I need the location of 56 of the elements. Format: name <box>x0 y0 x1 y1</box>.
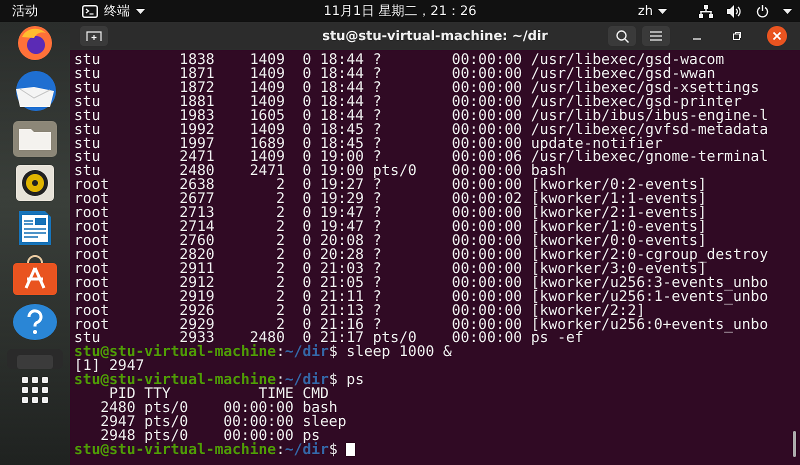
help-icon[interactable] <box>12 303 58 341</box>
terminal-output-line: 2948 pts/0 00:00:00 ps <box>100 428 320 443</box>
terminal-output-line: root 2638 2 0 19:27 ? 00:00:00 [kworker/0:2-events] <box>74 178 707 192</box>
terminal-output-line: stu 1997 1689 0 18:45 ? 00:00:00 update-notifier <box>74 136 663 150</box>
terminal-output-line: PID TTY TIME CMD <box>109 387 329 402</box>
terminal-output-line: root 2929 2 0 21:16 ? 00:00:00 [kworker/u256:0+events_unbo <box>74 318 768 332</box>
search-icon <box>616 30 628 42</box>
app-menu[interactable]: 终端 <box>82 2 145 20</box>
shopping-bag-icon[interactable] <box>12 255 58 295</box>
terminal-output-line: stu 2933 2480 0 21:17 pts/0 00:00:00 ps -ef <box>74 331 584 346</box>
terminal-output-line: 2480 pts/0 00:00:00 bash <box>99 401 338 415</box>
terminal-output-line: stu 1992 1409 0 18:45 ? 00:00:00 /usr/libexec/gvfsd-metadata <box>74 122 768 137</box>
terminal-output-line: [1] 2947 <box>74 359 144 374</box>
terminal-output-line: root 2713 2 0 19:47 ? 00:00:00 [kworker/2:1-events] <box>74 206 707 220</box>
caret-icon <box>783 8 792 14</box>
menu-icon <box>650 31 662 41</box>
scrollbar[interactable] <box>793 431 796 457</box>
maximize-icon <box>732 31 742 41</box>
volume-icon[interactable] <box>727 4 742 18</box>
terminal-output-line: stu 1983 1605 0 18:44 ? 00:00:00 /usr/lib/ibus/ibus-engine-l <box>74 108 768 123</box>
terminal-output-line: root 2919 2 0 21:11 ? 00:00:00 [kworker/u256:1-events_unbo <box>74 290 768 304</box>
network-icon[interactable] <box>699 4 713 18</box>
clock[interactable]: 11月1日 星期二，21：26 <box>323 4 477 19</box>
window-title: stu@stu-virtual-machine: ~/dir <box>322 28 548 44</box>
terminal-output-line: stu 1838 1409 0 18:44 ? 00:00:00 /usr/libexec/gsd-wacom <box>74 53 724 67</box>
terminal-output-line: root 2912 2 0 21:05 ? 00:00:00 [kworker/u256:3-events_unbo <box>74 276 768 290</box>
terminal-output-line: root 2677 2 0 19:29 ? 00:00:02 [kworker/1:1-events] <box>74 192 707 206</box>
prompt-line: stu@stu-virtual-machine:~/dir$ ps <box>74 373 364 388</box>
prompt-line: stu@stu-virtual-machine:~/dir$ sleep 1000 & <box>74 345 452 360</box>
app-grid-icon[interactable] <box>22 377 48 403</box>
activities-button[interactable]: 活动 <box>12 2 38 20</box>
terminal-output-line: stu 2471 1409 0 19:00 ? 00:00:06 /usr/libexec/gnome-terminal <box>74 150 768 164</box>
terminal-output-line: root 2714 2 0 19:47 ? 00:00:00 [kworker/1:0-events] <box>74 220 707 234</box>
terminal-output-line: root 2760 2 0 20:08 ? 00:00:00 [kworker/0:0-events] <box>74 234 707 248</box>
folder-icon[interactable] <box>12 121 58 157</box>
terminal-output-line: root 2911 2 0 21:03 ? 00:00:00 [kworker/3:0-events] <box>74 262 707 276</box>
terminal-output-line: stu 1871 1409 0 18:44 ? 00:00:00 /usr/libexec/gsd-wwan <box>74 66 716 81</box>
terminal-output-line: stu 2480 2471 0 19:00 pts/0 00:00:00 bash <box>74 164 566 178</box>
terminal-icon <box>82 4 98 18</box>
terminal-output-line: 2947 pts/0 00:00:00 sleep <box>99 414 346 429</box>
new-tab-icon <box>86 30 102 42</box>
search-button[interactable] <box>608 26 636 46</box>
new-tab-button[interactable] <box>80 26 108 46</box>
power-icon[interactable] <box>756 4 769 18</box>
prompt-line: stu@stu-virtual-machine:~/dir$ <box>74 442 356 457</box>
minimize-icon <box>693 38 701 40</box>
caret-icon <box>136 8 145 14</box>
caret-icon <box>658 8 667 14</box>
menu-button[interactable] <box>642 26 670 46</box>
terminal-output-line: root 2926 2 0 21:13 ? 00:00:00 [kworker/2:2] <box>74 304 646 318</box>
input-method-menu[interactable]: zh <box>638 4 667 18</box>
terminal-output-line: stu 1872 1409 0 18:44 ? 00:00:00 /usr/libexec/gsd-xsettings <box>74 80 760 95</box>
close-button[interactable] <box>764 26 790 46</box>
speaker-icon[interactable] <box>15 165 55 201</box>
terminal-output-line: stu 1881 1409 0 18:44 ? 00:00:00 /usr/libexec/gsd-printer <box>74 94 742 109</box>
terminal-output-line: root 2820 2 0 20:28 ? 00:00:00 [kworker/2:0-cgroup_destroy <box>74 248 768 262</box>
